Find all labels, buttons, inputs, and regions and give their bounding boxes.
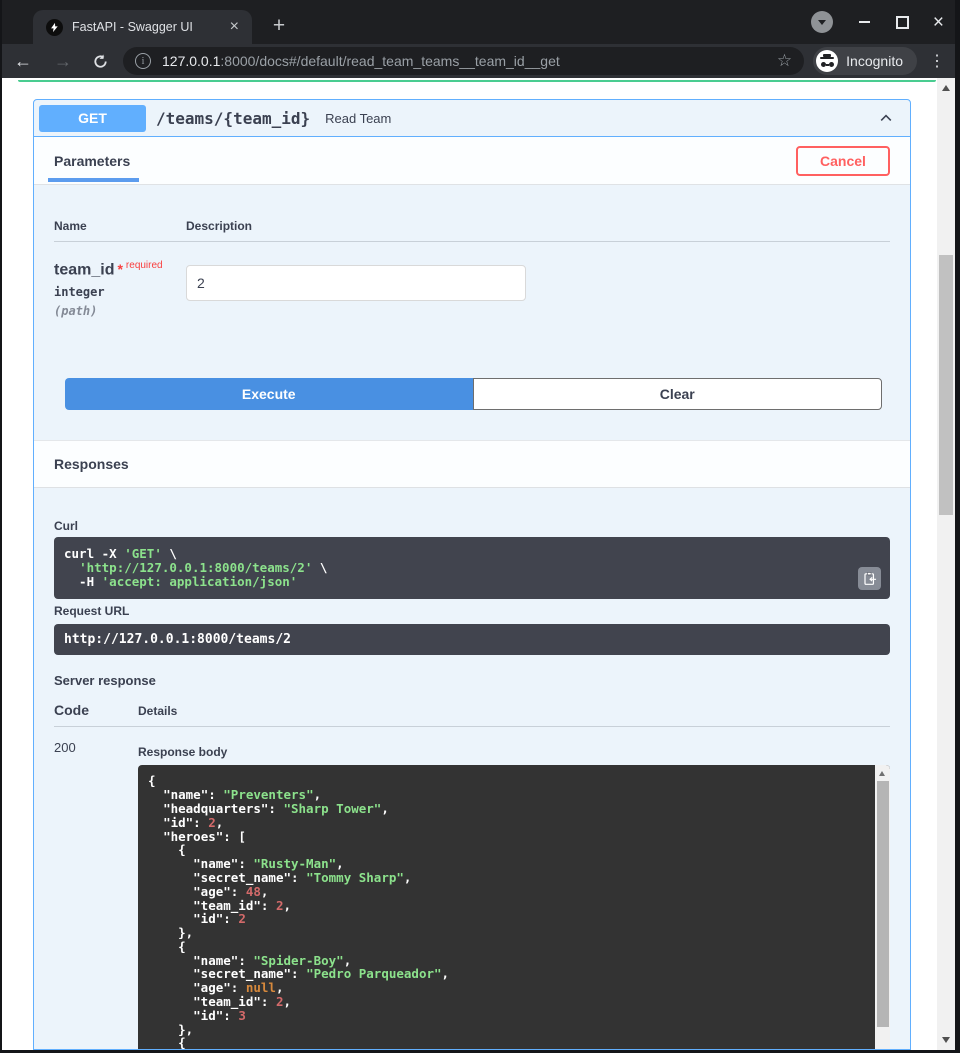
response-body-json: { "name": "Preventers", "headquarters": … xyxy=(148,774,864,1050)
minimize-button[interactable] xyxy=(859,21,870,23)
curl-code: curl -X 'GET' \ 'http://127.0.0.1:8000/t… xyxy=(64,547,880,589)
previous-opblock-bottom-border xyxy=(18,80,936,82)
response-body-label: Response body xyxy=(138,745,890,759)
navigation-toolbar: ← → i 127.0.0.1:8000/docs#/default/read_… xyxy=(0,44,955,78)
cancel-button[interactable]: Cancel xyxy=(796,146,890,176)
minimize-icon xyxy=(859,21,870,23)
window-close-button[interactable]: × xyxy=(933,13,944,32)
responses-section: Curl curl -X 'GET' \ 'http://127.0.0.1:8… xyxy=(34,488,910,1050)
opblock-summary[interactable]: GET /teams/{team_id} Read Team xyxy=(34,100,910,137)
response-table-header: Code Details xyxy=(54,702,890,727)
param-description-cell xyxy=(186,260,526,318)
scroll-up-icon[interactable] xyxy=(942,85,950,91)
parameters-tab-label: Parameters xyxy=(54,153,130,169)
required-label: required xyxy=(126,260,163,271)
description-column-header: Description xyxy=(186,219,252,233)
parameters-table-header: Name Description xyxy=(54,219,890,242)
param-type: integer xyxy=(54,285,186,299)
tab-parameters[interactable]: Parameters xyxy=(54,137,130,184)
titlebar: FastAPI - Swagger UI × + × xyxy=(0,0,960,44)
curl-code-block: curl -X 'GET' \ 'http://127.0.0.1:8000/t… xyxy=(54,537,890,599)
request-url-block: http://127.0.0.1:8000/teams/2 xyxy=(54,624,890,655)
curl-label: Curl xyxy=(54,519,890,533)
fastapi-favicon-icon xyxy=(46,19,63,36)
reload-button[interactable] xyxy=(92,53,109,70)
endpoint-path: /teams/{team_id} xyxy=(156,109,310,128)
url-host: 127.0.0.1 xyxy=(162,53,220,69)
response-scrollbar-thumb[interactable] xyxy=(877,781,889,1027)
execute-button[interactable]: Execute xyxy=(65,378,473,410)
active-tab-underline xyxy=(48,178,139,182)
incognito-badge: Incognito xyxy=(813,47,917,75)
incognito-label: Incognito xyxy=(846,53,903,69)
profile-chevron-button[interactable] xyxy=(811,11,833,33)
param-name-cell: team_id*required integer (path) xyxy=(54,260,186,318)
chevron-down-icon xyxy=(818,20,826,25)
address-bar[interactable]: i 127.0.0.1:8000/docs#/default/read_team… xyxy=(123,47,804,75)
table-row: team_id*required integer (path) xyxy=(54,242,890,318)
browser-window: FastAPI - Swagger UI × + × ← → i 127.0.0… xyxy=(0,0,960,1053)
details-column-header: Details xyxy=(138,704,177,718)
page-scrollbar-thumb[interactable] xyxy=(939,255,953,515)
request-url-label: Request URL xyxy=(54,604,890,618)
execute-wrapper: Execute Clear xyxy=(65,378,882,410)
response-body-block: { "name": "Preventers", "headquarters": … xyxy=(138,765,890,1050)
param-location: (path) xyxy=(54,304,186,318)
incognito-icon xyxy=(816,50,838,72)
endpoint-summary: Read Team xyxy=(325,111,391,126)
response-details-cell: Response body { "name": "Preventers", "h… xyxy=(138,738,890,1050)
page-scrollbar[interactable] xyxy=(937,78,955,1050)
collapse-chevron-icon[interactable] xyxy=(878,110,894,126)
parameters-header: Parameters Cancel xyxy=(34,137,910,185)
bookmark-star-icon[interactable]: ☆ xyxy=(777,51,792,71)
back-button[interactable]: ← xyxy=(14,51,32,72)
responses-title: Responses xyxy=(54,456,129,472)
tab-title: FastAPI - Swagger UI xyxy=(72,20,225,34)
forward-button[interactable]: → xyxy=(54,51,72,72)
clear-button[interactable]: Clear xyxy=(473,378,883,410)
browser-menu-button[interactable]: ⋮ xyxy=(929,51,945,71)
method-badge: GET xyxy=(39,105,146,132)
site-info-icon[interactable]: i xyxy=(135,53,151,69)
browser-tab[interactable]: FastAPI - Swagger UI × xyxy=(33,10,252,44)
status-code: 200 xyxy=(54,738,138,1050)
scroll-down-icon[interactable] xyxy=(942,1037,950,1043)
request-url-value: http://127.0.0.1:8000/teams/2 xyxy=(64,632,291,647)
copy-to-clipboard-button[interactable] xyxy=(858,567,881,590)
url-text: 127.0.0.1:8000/docs#/default/read_team_t… xyxy=(162,53,769,69)
name-column-header: Name xyxy=(54,219,186,233)
maximize-button[interactable] xyxy=(896,16,909,29)
team-id-input[interactable] xyxy=(186,265,526,301)
opblock-get-read-team: GET /teams/{team_id} Read Team Parameter… xyxy=(33,99,911,1050)
scroll-up-icon[interactable] xyxy=(879,771,885,776)
code-column-header: Code xyxy=(54,702,138,718)
response-scrollbar[interactable] xyxy=(875,765,890,1050)
url-path: :8000/docs#/default/read_team_teams__tea… xyxy=(220,53,559,69)
response-row: 200 Response body { "name": "Preventers"… xyxy=(54,738,890,1050)
parameters-table: Name Description team_id*required intege… xyxy=(34,185,910,318)
tab-close-icon[interactable]: × xyxy=(225,18,244,36)
window-right-edge xyxy=(955,0,960,1053)
swagger-page: GET /teams/{team_id} Read Team Parameter… xyxy=(2,78,937,1050)
new-tab-button[interactable]: + xyxy=(264,11,294,41)
server-response-label: Server response xyxy=(54,673,890,688)
responses-header: Responses xyxy=(34,440,910,488)
window-left-edge xyxy=(0,0,2,1053)
window-controls: × xyxy=(811,0,944,44)
required-asterisk: * xyxy=(117,261,122,277)
maximize-icon xyxy=(896,16,909,29)
param-name: team_id*required xyxy=(54,260,186,279)
